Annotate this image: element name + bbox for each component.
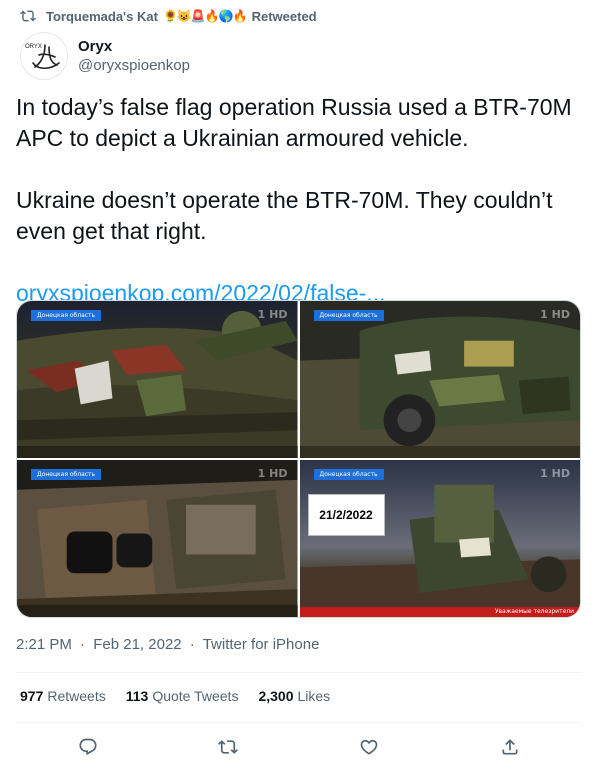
share-button[interactable]: [499, 736, 521, 758]
quotes-stat[interactable]: 113 Quote Tweets: [126, 688, 239, 704]
author-display-name[interactable]: Oryx: [78, 37, 190, 56]
region-tag: Донецкая область: [31, 469, 102, 480]
tweet-actions: [0, 733, 598, 761]
region-tag: Донецкая область: [313, 310, 384, 321]
quotes-count: 113: [125, 688, 149, 704]
reply-button[interactable]: [77, 736, 99, 758]
share-icon: [502, 739, 518, 755]
separator: ·: [80, 636, 86, 653]
tweet-author: ORYX Oryx @oryxspioenkop: [20, 32, 190, 80]
channel-watermark: 1 HD: [257, 467, 288, 480]
retweets-count: 977: [20, 688, 44, 704]
retweet-icon: [20, 10, 36, 22]
ticker-text: Уважаемые телезрители: [494, 608, 574, 615]
channel-watermark: 1 HD: [540, 467, 570, 480]
tweet-meta: 2:21 PM · Feb 21, 2022 · Twitter for iPh…: [16, 636, 319, 653]
retweeted-label: Retweeted: [251, 8, 317, 24]
reply-icon: [79, 738, 97, 756]
retweet-icon: [218, 740, 238, 754]
media-frame-4[interactable]: Донецкая область 1 HD 21/2/2022 Уважаемы…: [299, 460, 580, 617]
likes-count: 2,300: [258, 688, 294, 704]
channel-watermark: 1 HD: [257, 308, 288, 321]
likes-label: Likes: [297, 688, 331, 704]
video-controls-bar[interactable]: [17, 605, 298, 617]
media-frame-1[interactable]: Донецкая область 1 HD: [17, 301, 298, 458]
video-controls-bar[interactable]: [17, 446, 298, 458]
tweet-paragraph: Ukraine doesn’t operate the BTR-70M. The…: [16, 187, 553, 244]
likes-stat[interactable]: 2,300 Likes: [258, 688, 330, 704]
channel-watermark: 1 HD: [540, 308, 570, 321]
retweets-label: Retweets: [47, 688, 106, 704]
retweeter-emojis: 🌻😺🚨🔥🌎🔥: [162, 9, 248, 23]
tweet-time[interactable]: 2:21 PM: [16, 636, 72, 653]
retweet-button[interactable]: [217, 736, 239, 758]
region-tag: Донецкая область: [313, 469, 384, 480]
separator: ·: [189, 636, 195, 653]
date-card: 21/2/2022: [307, 494, 385, 536]
quotes-label: Quote Tweets: [152, 688, 239, 704]
like-button[interactable]: [358, 736, 380, 758]
tweet-paragraph: In today’s false flag operation Russia u…: [16, 94, 572, 151]
avatar-label: ORYX: [25, 44, 42, 50]
author-handle[interactable]: @oryxspioenkop: [78, 56, 190, 75]
media-frame-3[interactable]: Донецкая область 1 HD: [17, 460, 298, 617]
tweet-source[interactable]: Twitter for iPhone: [203, 636, 320, 653]
tweet-body: In today’s false flag operation Russia u…: [16, 92, 582, 309]
retweet-context[interactable]: Torquemada's Kat 🌻😺🚨🔥🌎🔥 Retweeted: [20, 6, 317, 26]
like-icon: [360, 739, 378, 755]
divider: [16, 722, 582, 723]
region-tag: Донецкая область: [31, 310, 102, 321]
avatar[interactable]: ORYX: [20, 32, 68, 80]
tweet-stats: 977 Retweets 113 Quote Tweets 2,300 Likes: [20, 688, 350, 704]
media-frame-2[interactable]: Донецкая область 1 HD: [299, 301, 580, 458]
media-grid[interactable]: Донецкая область 1 HD Донецкая область 1…: [16, 300, 581, 618]
divider: [16, 672, 582, 673]
tweet-date[interactable]: Feb 21, 2022: [93, 636, 181, 653]
news-ticker: Уважаемые телезрители: [299, 607, 580, 617]
video-controls-bar[interactable]: [299, 446, 580, 458]
retweeter-name[interactable]: Torquemada's Kat: [46, 9, 158, 24]
retweets-stat[interactable]: 977 Retweets: [20, 688, 106, 704]
